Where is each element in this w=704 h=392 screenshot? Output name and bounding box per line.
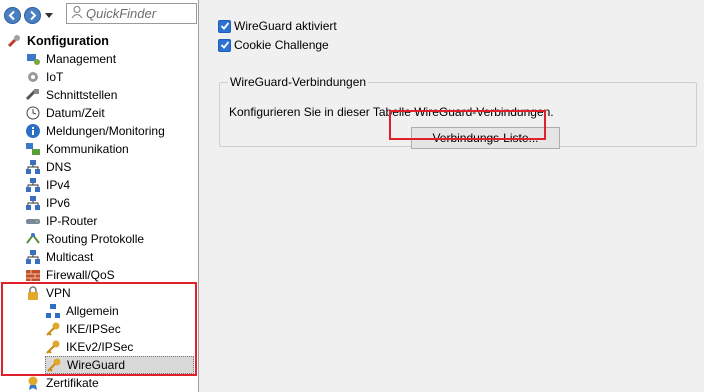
toolbar: QuickFinder: [0, 0, 199, 30]
group-description: Konfigurieren Sie in dieser Tabelle Wire…: [229, 105, 554, 119]
cookie-challenge-checkbox[interactable]: Cookie Challenge: [218, 38, 329, 52]
tree-item-wireguard[interactable]: WireGuard: [45, 356, 194, 374]
tree-item-firewall-qos[interactable]: Firewall/QoS: [25, 266, 115, 284]
firewall-icon: [25, 267, 41, 283]
routing-icon: [25, 231, 41, 247]
tree-item-label: Meldungen/Monitoring: [46, 124, 165, 138]
clock-icon: [25, 105, 41, 121]
tree-item-schnittstellen[interactable]: Schnittstellen: [25, 86, 117, 104]
tree-item-management[interactable]: Management: [25, 50, 116, 68]
wrench-icon: [6, 33, 22, 49]
tree-item-label: VPN: [46, 286, 71, 300]
group-title: WireGuard-Verbindungen: [230, 75, 367, 89]
tree-root-konfiguration[interactable]: Konfiguration: [6, 32, 109, 50]
history-dropdown-icon[interactable]: [44, 10, 54, 20]
tree-item-kommunikation[interactable]: Kommunikation: [25, 140, 129, 158]
lock-icon: [25, 285, 41, 301]
iot-icon: [25, 69, 41, 85]
quickfinder-input[interactable]: QuickFinder: [66, 3, 197, 24]
tree-item-label: IKEv2/IPSec: [66, 340, 134, 354]
quickfinder-placeholder: QuickFinder: [86, 6, 157, 21]
tree-item-label: Schnittstellen: [46, 88, 118, 102]
network-icon: [25, 195, 41, 211]
key-icon: [46, 357, 62, 373]
navigation-pane: QuickFinder Konfiguration Management IoT: [0, 0, 199, 392]
tree-item-label: IoT: [46, 70, 64, 84]
checkmark-icon: [218, 38, 231, 52]
management-icon: [25, 51, 41, 67]
tree-item-label: Datum/Zeit: [46, 106, 105, 120]
router-icon: [25, 213, 41, 229]
wireguard-enabled-checkbox[interactable]: WireGuard aktiviert: [218, 19, 337, 33]
search-person-icon: [70, 5, 84, 22]
tree-item-ipv6[interactable]: IPv6: [25, 194, 70, 212]
tree-item-label: IPv4: [46, 178, 71, 192]
tree-item-label: Zertifikate: [46, 376, 99, 390]
tree-item-dns[interactable]: DNS: [25, 158, 71, 176]
tree-item-ip-router[interactable]: IP-Router: [25, 212, 97, 230]
tree-item-iot[interactable]: IoT: [25, 68, 63, 86]
network-icon: [25, 177, 41, 193]
tree-item-ipv4[interactable]: IPv4: [25, 176, 70, 194]
tree-item-allgemein[interactable]: Allgemein: [45, 302, 119, 320]
tree-item-label: Management: [46, 52, 117, 66]
wireguard-enabled-label: WireGuard aktiviert: [234, 19, 337, 33]
general-icon: [45, 303, 61, 319]
tree-item-label: IKE/IPSec: [66, 322, 121, 336]
tree-item-label: Routing Protokolle: [46, 232, 145, 246]
forward-arrow-icon[interactable]: [24, 6, 41, 24]
connections-list-button[interactable]: Verbindungs-Liste...: [411, 127, 560, 149]
communication-icon: [25, 141, 41, 157]
tree-item-label: Firewall/QoS: [46, 268, 115, 282]
tree-item-routing-protokolle[interactable]: Routing Protokolle: [25, 230, 144, 248]
tree-item-label: DNS: [46, 160, 72, 174]
network-icon: [25, 249, 41, 265]
wireguard-connections-group: WireGuard-Verbindungen Konfigurieren Sie…: [219, 75, 697, 149]
tree-item-label: Multicast: [46, 250, 94, 264]
tree-item-label: IPv6: [46, 196, 71, 210]
network-icon: [25, 159, 41, 175]
settings-pane: WireGuard aktiviert Cookie Challenge Wir…: [199, 0, 704, 392]
certificate-icon: [25, 375, 41, 391]
tree-root-label: Konfiguration: [27, 34, 109, 48]
cookie-challenge-label: Cookie Challenge: [234, 38, 329, 52]
key-icon: [45, 339, 61, 355]
info-icon: [25, 123, 41, 139]
tree-item-vpn[interactable]: VPN: [25, 284, 71, 302]
tree-item-label: IP-Router: [46, 214, 98, 228]
tree-item-label: Kommunikation: [46, 142, 129, 156]
key-icon: [45, 321, 61, 337]
tree-item-multicast[interactable]: Multicast: [25, 248, 93, 266]
back-arrow-icon[interactable]: [4, 6, 21, 24]
tree-item-ikev2-ipsec[interactable]: IKEv2/IPSec: [45, 338, 133, 356]
checkmark-icon: [218, 19, 231, 33]
tree-item-zertifikate[interactable]: Zertifikate: [25, 374, 99, 392]
tree-item-label: Allgemein: [66, 304, 119, 318]
tree-item-datum-zeit[interactable]: Datum/Zeit: [25, 104, 105, 122]
interfaces-icon: [25, 87, 41, 103]
tree-item-meldungen-monitoring[interactable]: Meldungen/Monitoring: [25, 122, 165, 140]
tree-item-label: WireGuard: [67, 358, 126, 372]
tree-item-ike-ipsec[interactable]: IKE/IPSec: [45, 320, 121, 338]
